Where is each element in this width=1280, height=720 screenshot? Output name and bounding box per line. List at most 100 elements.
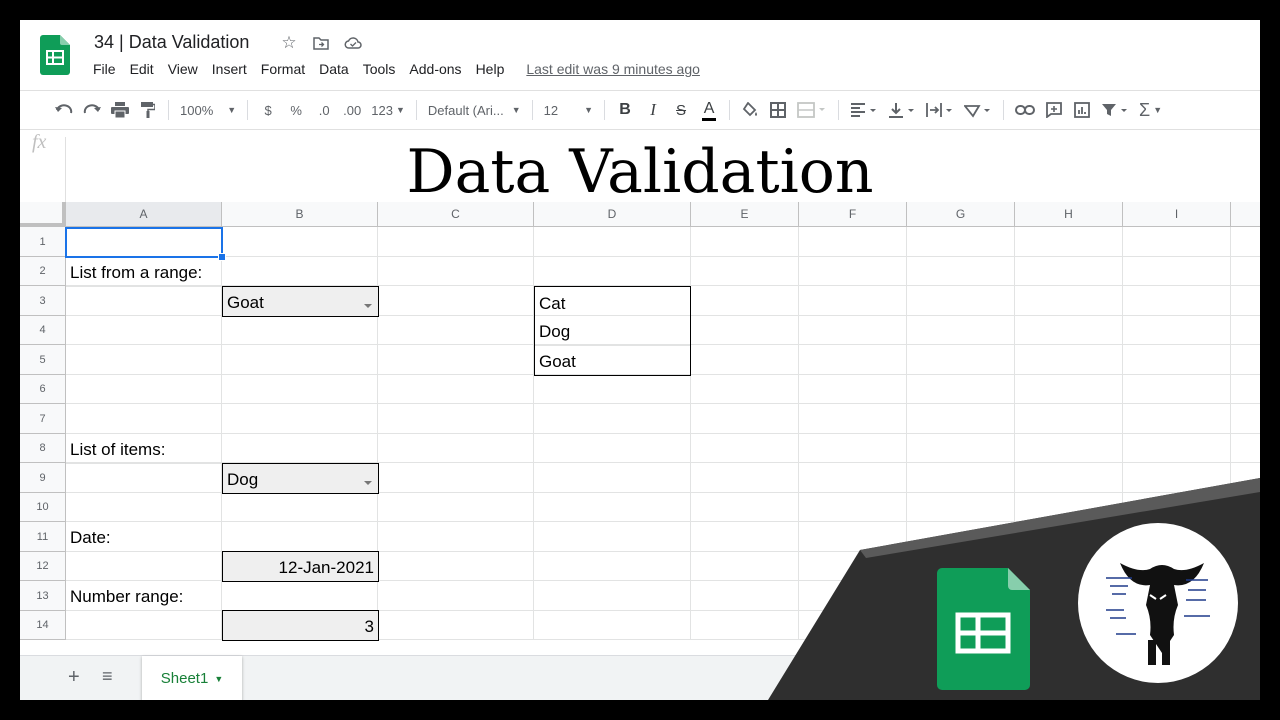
- grid-cell[interactable]: [1015, 493, 1123, 522]
- text-wrapping-icon[interactable]: [921, 96, 959, 124]
- grid-cell[interactable]: [66, 316, 222, 345]
- grid-cell[interactable]: [1231, 611, 1260, 640]
- increase-decimal-button[interactable]: .00: [338, 96, 366, 124]
- text-color-button[interactable]: A: [695, 96, 723, 124]
- fill-handle[interactable]: [218, 253, 226, 261]
- grid-cell[interactable]: [378, 345, 534, 375]
- column-header-c[interactable]: C: [378, 202, 534, 227]
- grid-cell[interactable]: [691, 434, 799, 463]
- grid-cell[interactable]: [534, 493, 691, 522]
- column-header-g[interactable]: G: [907, 202, 1015, 227]
- grid-cell[interactable]: [1231, 316, 1260, 345]
- grid-cell[interactable]: [1015, 257, 1123, 286]
- cell-a11[interactable]: Date:: [66, 522, 222, 552]
- grid-cell[interactable]: [907, 493, 1015, 522]
- grid-cell[interactable]: [1123, 552, 1231, 581]
- grid-cell[interactable]: [907, 611, 1015, 640]
- all-sheets-list-icon[interactable]: ≡: [102, 666, 113, 687]
- menu-add-ons[interactable]: Add-ons: [402, 61, 468, 77]
- grid-cell[interactable]: [799, 463, 907, 493]
- grid-cell[interactable]: [378, 257, 534, 286]
- menu-file[interactable]: File: [86, 61, 123, 77]
- grid-cell[interactable]: [1123, 463, 1231, 493]
- grid-cell[interactable]: [1015, 227, 1123, 257]
- grid-cell[interactable]: [66, 286, 222, 316]
- grid-cell[interactable]: [691, 493, 799, 522]
- row-header[interactable]: 6: [20, 375, 66, 404]
- grid-cell[interactable]: [1015, 522, 1123, 552]
- grid-cell[interactable]: [534, 404, 691, 434]
- grid-cell[interactable]: [907, 404, 1015, 434]
- insert-link-icon[interactable]: [1010, 96, 1040, 124]
- menu-data[interactable]: Data: [312, 61, 356, 77]
- row-header[interactable]: 11: [20, 522, 66, 552]
- grid-cell[interactable]: [799, 552, 907, 581]
- grid-cell[interactable]: [378, 434, 534, 463]
- grid-cell[interactable]: [378, 316, 534, 345]
- formula-bar[interactable]: fx Data Validation: [20, 131, 1260, 207]
- grid-cell[interactable]: [222, 434, 378, 463]
- grid-cell[interactable]: [691, 522, 799, 552]
- grid-cell[interactable]: [1123, 611, 1231, 640]
- grid-cell[interactable]: [799, 581, 907, 611]
- cell-b3-dropdown[interactable]: Goat: [222, 286, 379, 317]
- grid-cell[interactable]: [534, 611, 691, 640]
- grid-cell[interactable]: [378, 286, 534, 316]
- grid-cell[interactable]: [799, 404, 907, 434]
- grid-cell[interactable]: [907, 522, 1015, 552]
- grid-cell[interactable]: [799, 493, 907, 522]
- grid-cell[interactable]: [1231, 227, 1260, 257]
- row-header[interactable]: 13: [20, 581, 66, 611]
- grid-cell[interactable]: [222, 375, 378, 404]
- grid-cell[interactable]: [907, 581, 1015, 611]
- dropdown-arrow-icon[interactable]: [364, 481, 372, 485]
- menu-insert[interactable]: Insert: [205, 61, 254, 77]
- sheets-logo-icon[interactable]: [40, 35, 70, 75]
- grid-cell[interactable]: [799, 522, 907, 552]
- grid-cell[interactable]: [1231, 552, 1260, 581]
- sheet-tab[interactable]: Sheet1 ▼: [142, 656, 242, 700]
- strikethrough-button[interactable]: S: [667, 96, 695, 124]
- column-header-a[interactable]: A: [66, 202, 222, 227]
- cell-d4[interactable]: Dog: [534, 316, 691, 346]
- menu-view[interactable]: View: [161, 61, 205, 77]
- grid-cell[interactable]: [1123, 375, 1231, 404]
- grid-cell[interactable]: [1015, 552, 1123, 581]
- grid-cell[interactable]: [378, 493, 534, 522]
- column-header-e[interactable]: E: [691, 202, 799, 227]
- grid-cell[interactable]: [907, 257, 1015, 286]
- grid-cell[interactable]: [907, 434, 1015, 463]
- grid-cell[interactable]: [378, 552, 534, 581]
- grid-cell[interactable]: [907, 375, 1015, 404]
- grid-cell[interactable]: [691, 257, 799, 286]
- row-header[interactable]: 1: [20, 227, 66, 257]
- font-family-select[interactable]: Default (Ari... ▼: [423, 96, 526, 124]
- grid-cell[interactable]: [1123, 522, 1231, 552]
- grid-cell[interactable]: [907, 345, 1015, 375]
- percent-format-button[interactable]: %: [282, 96, 310, 124]
- grid-cell[interactable]: [1015, 345, 1123, 375]
- column-header-j[interactable]: [1231, 202, 1260, 227]
- grid-cell[interactable]: [1231, 493, 1260, 522]
- text-rotation-icon[interactable]: [959, 96, 997, 124]
- grid-cell[interactable]: [534, 375, 691, 404]
- grid-cell[interactable]: [799, 227, 907, 257]
- vertical-align-icon[interactable]: [883, 96, 921, 124]
- grid-cell[interactable]: [1231, 522, 1260, 552]
- grid-cell[interactable]: [66, 493, 222, 522]
- horizontal-align-icon[interactable]: [845, 96, 883, 124]
- grid-cell[interactable]: [222, 404, 378, 434]
- grid-cell[interactable]: [222, 493, 378, 522]
- menu-edit[interactable]: Edit: [123, 61, 161, 77]
- print-icon[interactable]: [106, 96, 134, 124]
- grid-cell[interactable]: [534, 257, 691, 286]
- cell-a13[interactable]: Number range:: [66, 581, 222, 611]
- grid-cell[interactable]: [378, 375, 534, 404]
- grid-cell[interactable]: [907, 227, 1015, 257]
- select-all-corner[interactable]: [20, 202, 66, 227]
- grid-cell[interactable]: [1123, 581, 1231, 611]
- italic-button[interactable]: I: [639, 96, 667, 124]
- row-header[interactable]: 7: [20, 404, 66, 434]
- decrease-decimal-button[interactable]: .0: [310, 96, 338, 124]
- column-header-h[interactable]: H: [1015, 202, 1123, 227]
